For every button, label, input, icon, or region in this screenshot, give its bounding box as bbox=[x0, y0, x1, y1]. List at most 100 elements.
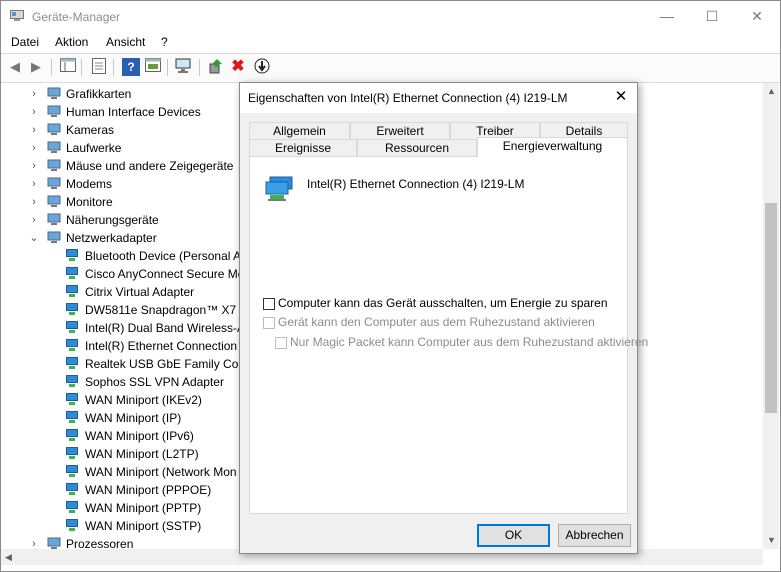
network-adapter-label: WAN Miniport (IKEv2) bbox=[85, 393, 202, 407]
tree-category-label: Näherungsgeräte bbox=[66, 213, 159, 227]
device-name: Intel(R) Ethernet Connection (4) I219-LM bbox=[307, 177, 525, 191]
magic-packet-label: Nur Magic Packet kann Computer aus dem R… bbox=[290, 335, 649, 349]
proximity-device-icon bbox=[47, 213, 61, 226]
network-adapter-label: DW5811e Snapdragon™ X7 LT bbox=[85, 303, 253, 317]
tree-category-label: Prozessoren bbox=[66, 537, 134, 549]
dialog-title-bar: Eigenschaften von Intel(R) Ethernet Conn… bbox=[240, 83, 637, 113]
help-icon[interactable]: ? bbox=[122, 58, 140, 76]
toolbar: ◀ ▶ ? ✖ bbox=[1, 53, 780, 83]
network-adapter-icon bbox=[65, 429, 79, 442]
scan-hardware-icon[interactable] bbox=[175, 58, 193, 76]
mouse-icon bbox=[47, 159, 61, 172]
network-adapter-label: WAN Miniport (Network Mon bbox=[85, 465, 237, 479]
tab-allgemein[interactable]: Allgemein bbox=[249, 122, 350, 139]
network-adapter-label: WAN Miniport (SSTP) bbox=[85, 519, 202, 533]
update-driver-icon[interactable] bbox=[207, 58, 225, 76]
cancel-button[interactable]: Abbrechen bbox=[558, 524, 631, 547]
chevron-right-icon[interactable]: › bbox=[29, 211, 39, 229]
network-adapter-icon bbox=[65, 519, 79, 532]
window-title: Geräte-Manager bbox=[32, 10, 121, 24]
chevron-right-icon[interactable]: › bbox=[29, 535, 39, 549]
network-adapter-label: Intel(R) Dual Band Wireless-A bbox=[85, 321, 246, 335]
chevron-right-icon[interactable]: › bbox=[29, 157, 39, 175]
monitor-icon bbox=[47, 195, 61, 208]
network-adapter-icon bbox=[65, 285, 79, 298]
network-adapter-icon bbox=[65, 267, 79, 280]
tree-category-label: Kameras bbox=[66, 123, 115, 137]
chevron-right-icon[interactable]: › bbox=[29, 175, 39, 193]
network-adapter-icon bbox=[65, 321, 79, 334]
network-adapter-label: Cisco AnyConnect Secure Mo bbox=[85, 267, 245, 281]
network-adapter-icon bbox=[65, 393, 79, 406]
network-adapter-label: Realtek USB GbE Family Contr bbox=[85, 357, 253, 371]
tab-energieverwaltung[interactable]: Energieverwaltung bbox=[477, 137, 628, 157]
tree-category-label: Monitore bbox=[66, 195, 113, 209]
network-adapter-label: Sophos SSL VPN Adapter bbox=[85, 375, 224, 389]
tab-erweitert[interactable]: Erweitert bbox=[350, 122, 450, 139]
vertical-scrollbar[interactable]: ▲ ▼ bbox=[763, 83, 779, 549]
network-adapter-icon bbox=[65, 447, 79, 460]
tree-category-label: Mäuse und andere Zeigegeräte bbox=[66, 159, 234, 173]
toolbar-separator bbox=[199, 59, 200, 76]
network-adapter-icon bbox=[65, 411, 79, 424]
action-pane-icon[interactable] bbox=[144, 58, 162, 76]
forward-arrow-icon[interactable]: ▶ bbox=[27, 58, 45, 76]
tree-category-label: Modems bbox=[66, 177, 113, 191]
chevron-right-icon[interactable]: › bbox=[29, 139, 39, 157]
menu-bar: Datei Aktion Ansicht ? bbox=[1, 32, 780, 52]
ok-button[interactable]: OK bbox=[477, 524, 550, 547]
toolbar-separator bbox=[81, 59, 82, 76]
properties-icon[interactable] bbox=[90, 58, 108, 76]
toolbar-separator bbox=[167, 59, 168, 76]
dialog-title: Eigenschaften von Intel(R) Ethernet Conn… bbox=[248, 91, 568, 105]
toolbar-separator bbox=[113, 59, 114, 76]
network-adapter-label: Bluetooth Device (Personal Ar bbox=[85, 249, 246, 263]
tab-ereignisse[interactable]: Ereignisse bbox=[249, 139, 357, 156]
magic-packet-checkbox[interactable] bbox=[275, 337, 287, 349]
chevron-right-icon[interactable]: › bbox=[29, 193, 39, 211]
chevron-down-icon[interactable]: ⌄ bbox=[29, 229, 39, 247]
modem-icon bbox=[47, 177, 61, 190]
allow-wake-checkbox[interactable] bbox=[263, 317, 275, 329]
allow-power-off-label: Computer kann das Gerät ausschalten, um … bbox=[278, 296, 608, 310]
network-adapter-icon bbox=[65, 249, 79, 262]
title-bar: Geräte-Manager — ☐ ✕ bbox=[1, 1, 780, 32]
uninstall-device-icon[interactable]: ✖ bbox=[229, 58, 247, 76]
camera-icon bbox=[47, 123, 61, 136]
chevron-right-icon[interactable]: › bbox=[29, 103, 39, 121]
network-adapter-icon bbox=[65, 339, 79, 352]
tree-category-label: Laufwerke bbox=[66, 141, 122, 155]
tree-category-label: Human Interface Devices bbox=[66, 105, 201, 119]
menu-help[interactable]: ? bbox=[161, 35, 168, 49]
network-adapter-icon bbox=[47, 231, 61, 244]
menu-aktion[interactable]: Aktion bbox=[55, 35, 88, 49]
close-button[interactable]: ✕ bbox=[734, 1, 780, 32]
network-adapter-label: WAN Miniport (IPv6) bbox=[85, 429, 194, 443]
allow-power-off-checkbox[interactable] bbox=[263, 298, 275, 310]
device-manager-icon bbox=[10, 10, 24, 21]
disable-device-icon[interactable] bbox=[253, 58, 271, 76]
dialog-close-button[interactable]: ✕ bbox=[611, 87, 631, 107]
chevron-right-icon[interactable]: › bbox=[29, 121, 39, 139]
network-adapter-icon bbox=[65, 483, 79, 496]
network-adapter-icon bbox=[65, 303, 79, 316]
back-arrow-icon[interactable]: ◀ bbox=[6, 58, 24, 76]
scroll-up-arrow-icon[interactable]: ▲ bbox=[767, 86, 776, 96]
tab-ressourcen[interactable]: Ressourcen bbox=[357, 139, 477, 156]
minimize-button[interactable]: — bbox=[644, 1, 690, 32]
network-adapter-label: WAN Miniport (IP) bbox=[85, 411, 182, 425]
show-hide-console-tree-icon[interactable] bbox=[59, 58, 77, 76]
scroll-left-arrow-icon[interactable]: ◀ bbox=[5, 552, 12, 563]
menu-ansicht[interactable]: Ansicht bbox=[106, 35, 145, 49]
allow-wake-label: Gerät kann den Computer aus dem Ruhezust… bbox=[278, 315, 595, 329]
vertical-scroll-thumb[interactable] bbox=[765, 203, 777, 413]
menu-datei[interactable]: Datei bbox=[11, 35, 39, 49]
network-adapter-label: Intel(R) Ethernet Connection ( bbox=[85, 339, 245, 353]
scroll-down-arrow-icon[interactable]: ▼ bbox=[767, 535, 776, 545]
tree-category-label: Grafikkarten bbox=[66, 87, 132, 101]
properties-dialog: Eigenschaften von Intel(R) Ethernet Conn… bbox=[239, 82, 648, 554]
network-adapter-icon bbox=[65, 375, 79, 388]
chevron-right-icon[interactable]: › bbox=[29, 85, 39, 103]
maximize-button[interactable]: ☐ bbox=[689, 1, 735, 32]
network-adapter-icon bbox=[65, 501, 79, 514]
